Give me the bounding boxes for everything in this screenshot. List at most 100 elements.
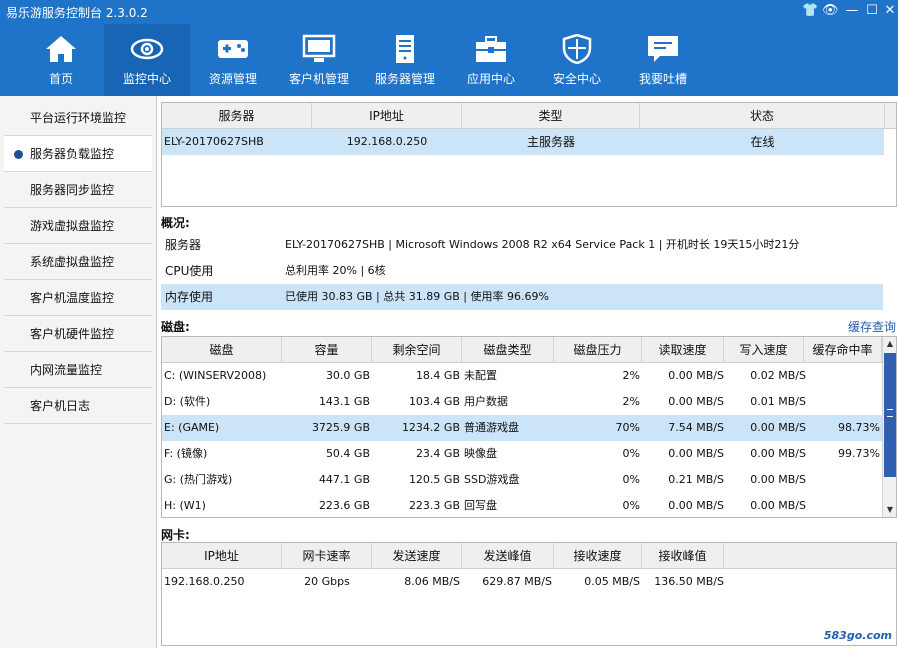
sidebar-item-label: 系统虚拟盘监控 bbox=[30, 255, 115, 269]
scroll-up-icon[interactable]: ▲ bbox=[883, 337, 897, 351]
minimize-button[interactable]: — bbox=[844, 3, 860, 19]
sidebar-item-label: 服务器负载监控 bbox=[30, 147, 115, 161]
nav-monitor[interactable]: 监控中心 bbox=[104, 24, 190, 96]
col-header[interactable]: 发送峰值 bbox=[462, 543, 554, 569]
disk-write: 0.00 MB/S bbox=[750, 421, 806, 434]
disk-read: 0.00 MB/S bbox=[668, 395, 724, 408]
main-content: 服务器 IP地址 类型 状态 ELY-20170627SHB 192.168.0… bbox=[157, 96, 898, 648]
disk-free: 1234.2 GB bbox=[401, 421, 460, 434]
table-row[interactable]: C: (WINSERV2008) 30.0 GB 18.4 GB 未配置 2% … bbox=[162, 363, 882, 389]
sidebar-item-label: 客户机日志 bbox=[30, 399, 91, 413]
table-row[interactable]: D: (软件) 143.1 GB 103.4 GB 用户数据 2% 0.00 M… bbox=[162, 389, 882, 415]
col-header[interactable]: 磁盘类型 bbox=[462, 337, 554, 363]
sidebar-item-server-load[interactable]: 服务器负载监控 bbox=[4, 136, 152, 172]
disk-scrollbar[interactable]: ▲ ▼ bbox=[882, 337, 896, 517]
col-header[interactable]: 读取速度 bbox=[642, 337, 724, 363]
disk-hit: 99.73% bbox=[838, 447, 880, 460]
sidebar-item-client-hardware[interactable]: 客户机硬件监控 bbox=[4, 316, 152, 352]
nic-send: 8.06 MB/S bbox=[404, 575, 460, 588]
sidebar-item-label: 平台运行环境监控 bbox=[30, 111, 127, 125]
col-header[interactable]: 接收速度 bbox=[554, 543, 642, 569]
col-header[interactable]: 缓存命中率 bbox=[804, 337, 882, 363]
nav-security[interactable]: 安全中心 bbox=[534, 24, 620, 96]
shield-icon bbox=[562, 34, 592, 64]
table-row[interactable]: 192.168.0.250 20 Gbps 8.06 MB/S 629.87 M… bbox=[162, 569, 882, 595]
nav-label: 首页 bbox=[48, 72, 73, 86]
nav-label: 安全中心 bbox=[552, 72, 601, 86]
scroll-down-icon[interactable]: ▼ bbox=[883, 503, 897, 517]
col-header[interactable]: 容量 bbox=[282, 337, 372, 363]
watermark: 583go.com bbox=[823, 629, 892, 642]
disk-write: 0.00 MB/S bbox=[750, 447, 806, 460]
col-header[interactable]: IP地址 bbox=[162, 543, 282, 569]
disk-read: 7.54 MB/S bbox=[668, 421, 724, 434]
col-header[interactable]: 状态 bbox=[640, 103, 885, 129]
disk-hit bbox=[804, 467, 880, 493]
disk-type: 普通游戏盘 bbox=[464, 421, 519, 434]
sidebar-item-label: 游戏虚拟盘监控 bbox=[30, 219, 115, 233]
col-header[interactable]: 剩余空间 bbox=[372, 337, 462, 363]
nav-resources[interactable]: 资源管理 bbox=[190, 24, 276, 96]
disk-table: 磁盘 容量 剩余空间 磁盘类型 磁盘压力 读取速度 写入速度 缓存命中率 C: … bbox=[161, 336, 897, 518]
nav-label: 资源管理 bbox=[208, 72, 257, 86]
table-row[interactable]: G: (热门游戏) 447.1 GB 120.5 GB SSD游戏盘 0% 0.… bbox=[162, 467, 882, 493]
col-header[interactable]: 写入速度 bbox=[724, 337, 804, 363]
col-header[interactable]: 磁盘压力 bbox=[554, 337, 642, 363]
col-header[interactable]: 发送速度 bbox=[372, 543, 462, 569]
disk-capacity: 3725.9 GB bbox=[311, 421, 370, 434]
sidebar-item-platform-env[interactable]: 平台运行环境监控 bbox=[4, 100, 152, 136]
sidebar-item-system-vdisk[interactable]: 系统虚拟盘监控 bbox=[4, 244, 152, 280]
disk-free: 23.4 GB bbox=[415, 447, 460, 460]
sidebar-item-client-temp[interactable]: 客户机温度监控 bbox=[4, 280, 152, 316]
nav-label: 服务器管理 bbox=[374, 72, 435, 86]
nic-recv: 0.05 MB/S bbox=[584, 575, 640, 588]
col-header[interactable]: IP地址 bbox=[312, 103, 462, 129]
nav-apps[interactable]: 应用中心 bbox=[448, 24, 534, 96]
nav-clients[interactable]: 客户机管理 bbox=[276, 24, 362, 96]
server-ip: 192.168.0.250 bbox=[346, 135, 428, 148]
disk-write: 0.01 MB/S bbox=[750, 395, 806, 408]
col-header[interactable]: 接收峰值 bbox=[642, 543, 724, 569]
nav-feedback[interactable]: 我要吐槽 bbox=[620, 24, 706, 96]
disk-name: H: (W1) bbox=[164, 499, 206, 512]
disk-read: 0.00 MB/S bbox=[668, 499, 724, 512]
overview-value: 总利用率 20% | 6核 bbox=[285, 264, 386, 277]
maximize-button[interactable]: ☐ bbox=[864, 3, 880, 19]
table-row[interactable]: E: (GAME) 3725.9 GB 1234.2 GB 普通游戏盘 70% … bbox=[162, 415, 882, 441]
disk-type: 用户数据 bbox=[464, 395, 508, 408]
disk-pressure: 70% bbox=[615, 421, 640, 434]
view-icon[interactable]: 👁 bbox=[822, 3, 839, 19]
col-header[interactable]: 网卡速率 bbox=[282, 543, 372, 569]
sidebar-item-label: 内网流量监控 bbox=[30, 363, 103, 377]
sidebar-item-label: 客户机硬件监控 bbox=[30, 327, 115, 341]
nav-servers[interactable]: 服务器管理 bbox=[362, 24, 448, 96]
nav-home[interactable]: 首页 bbox=[18, 24, 104, 96]
nic-rate: 20 Gbps bbox=[304, 575, 350, 588]
disk-free: 223.3 GB bbox=[408, 499, 460, 512]
table-row[interactable]: ELY-20170627SHB 192.168.0.250 主服务器 在线 bbox=[162, 129, 884, 155]
cache-query-link[interactable]: 缓存查询 bbox=[848, 318, 896, 335]
close-button[interactable]: ✕ bbox=[882, 3, 898, 19]
disks-title: 磁盘: bbox=[161, 320, 190, 334]
table-row[interactable]: F: (镜像) 50.4 GB 23.4 GB 映像盘 0% 0.00 MB/S… bbox=[162, 441, 882, 467]
server-icon bbox=[396, 35, 414, 63]
table-row[interactable]: H: (W1) 223.6 GB 223.3 GB 回写盘 0% 0.00 MB… bbox=[162, 493, 882, 519]
nic-ip: 192.168.0.250 bbox=[164, 575, 245, 588]
col-header[interactable]: 类型 bbox=[462, 103, 640, 129]
disk-type: SSD游戏盘 bbox=[464, 473, 520, 486]
overview-value: 已使用 30.83 GB | 总共 31.89 GB | 使用率 96.69% bbox=[285, 290, 549, 303]
col-header[interactable]: 磁盘 bbox=[162, 337, 282, 363]
scroll-thumb[interactable] bbox=[884, 353, 896, 477]
sidebar-item-client-log[interactable]: 客户机日志 bbox=[4, 388, 152, 424]
col-header[interactable]: 服务器 bbox=[162, 103, 312, 129]
sidebar-item-server-sync[interactable]: 服务器同步监控 bbox=[4, 172, 152, 208]
sidebar-item-game-vdisk[interactable]: 游戏虚拟盘监控 bbox=[4, 208, 152, 244]
disk-capacity: 50.4 GB bbox=[325, 447, 370, 460]
overview-key: 内存使用 bbox=[165, 290, 214, 304]
disk-pressure: 2% bbox=[622, 369, 640, 382]
sidebar-item-label: 客户机温度监控 bbox=[30, 291, 115, 305]
nav-label: 我要吐槽 bbox=[638, 72, 687, 86]
disk-capacity: 447.1 GB bbox=[318, 473, 370, 486]
sidebar-item-lan-traffic[interactable]: 内网流量监控 bbox=[4, 352, 152, 388]
skin-icon[interactable]: 👕 bbox=[802, 3, 818, 19]
